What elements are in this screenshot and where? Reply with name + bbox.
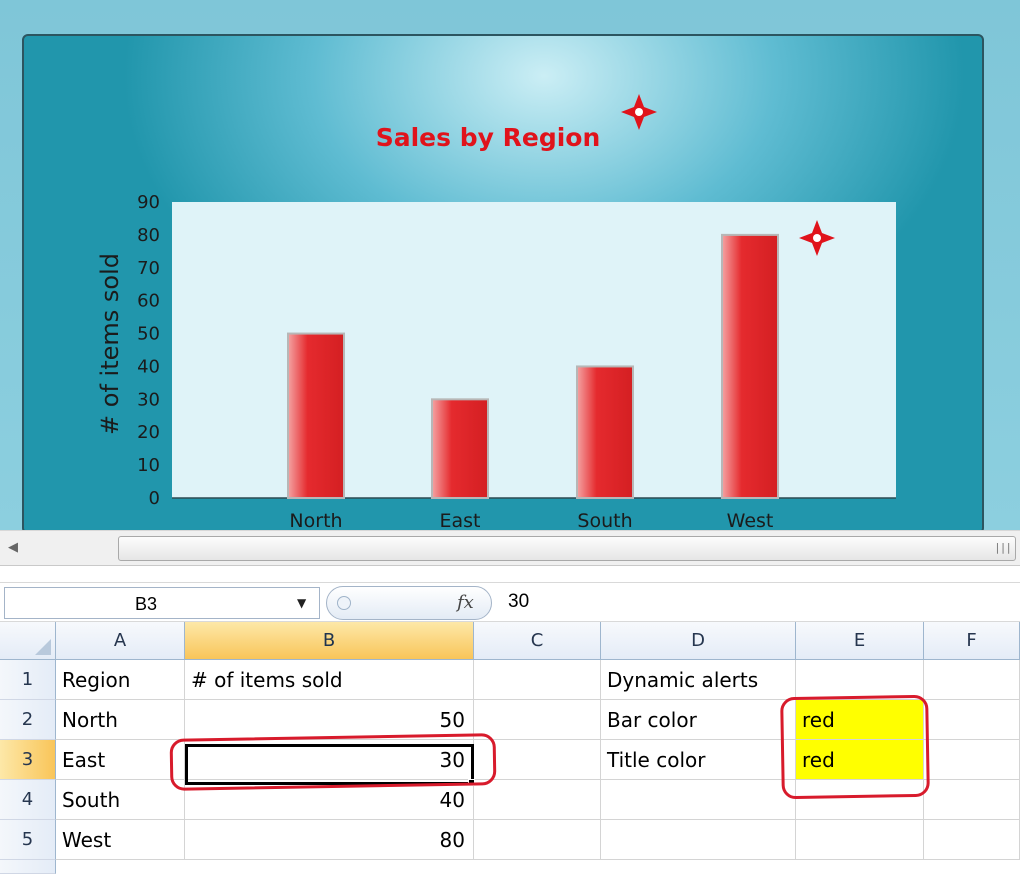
cell-c1[interactable] <box>474 660 601 700</box>
select-all-corner[interactable] <box>0 622 56 660</box>
cell-d1[interactable]: Dynamic alerts <box>601 660 796 700</box>
plot-area <box>172 202 896 498</box>
select-all-icon <box>35 639 51 655</box>
x-tick-label: East <box>440 510 481 530</box>
bar-north <box>287 332 345 499</box>
y-tick-label: 30 <box>137 389 160 410</box>
cell-d5[interactable] <box>601 820 796 860</box>
cell-a1[interactable]: Region <box>56 660 185 700</box>
y-tick-label: 40 <box>137 356 160 377</box>
cell-c4[interactable] <box>474 780 601 820</box>
formula-input[interactable]: 30 <box>508 591 529 613</box>
column-header-f[interactable]: F <box>924 622 1020 660</box>
cell-a5[interactable]: West <box>56 820 185 860</box>
spreadsheet-grid: A B C D E F 1 Region # of items sold Dyn… <box>0 622 1020 874</box>
formula-toggle-icon[interactable] <box>337 596 351 610</box>
cell-f3[interactable] <box>924 740 1020 780</box>
bar-south <box>576 365 634 500</box>
cell-a2[interactable]: North <box>56 700 185 740</box>
bar-west <box>721 233 779 499</box>
cell-d4[interactable] <box>601 780 796 820</box>
formula-bar: B3 ▼ fx 30 <box>0 582 1020 622</box>
row-header-1[interactable]: 1 <box>0 660 56 700</box>
y-tick-label: 60 <box>137 291 160 312</box>
x-tick-label: South <box>577 510 632 530</box>
cell-e1[interactable] <box>796 660 924 700</box>
cell-c5[interactable] <box>474 820 601 860</box>
annotation-circle-e2-e3 <box>780 694 930 800</box>
chart-area: 0 10 20 30 40 50 60 70 80 90 # of items sold North E… <box>0 0 1020 530</box>
alert-star-icon <box>621 94 657 130</box>
cell-f2[interactable] <box>924 700 1020 740</box>
column-header-c[interactable]: C <box>474 622 601 660</box>
name-box-value: B3 <box>135 594 158 614</box>
horizontal-scrollbar[interactable]: ◀ ||| <box>0 530 1020 566</box>
cell-d3[interactable]: Title color <box>601 740 796 780</box>
y-tick-label: 70 <box>137 258 160 279</box>
cell-b5[interactable]: 80 <box>185 820 474 860</box>
fx-function-icon[interactable]: fx <box>457 592 474 613</box>
row-header-4[interactable]: 4 <box>0 780 56 820</box>
formula-controls: fx <box>326 586 492 620</box>
y-tick-label: 90 <box>137 192 160 213</box>
cell-b1[interactable]: # of items sold <box>185 660 474 700</box>
scrollbar-thumb[interactable]: ||| <box>118 536 1016 561</box>
scroll-left-arrow-icon[interactable]: ◀ <box>8 540 18 555</box>
row-header-3[interactable]: 3 <box>0 740 56 780</box>
name-box[interactable]: B3 ▼ <box>4 587 320 619</box>
column-header-b[interactable]: B <box>185 622 474 660</box>
row-header-2[interactable]: 2 <box>0 700 56 740</box>
cell-f1[interactable] <box>924 660 1020 700</box>
cell-f4[interactable] <box>924 780 1020 820</box>
column-header-e[interactable]: E <box>796 622 924 660</box>
cell-e5[interactable] <box>796 820 924 860</box>
x-tick-label: North <box>289 510 342 530</box>
cell-a4[interactable]: South <box>56 780 185 820</box>
row-header-5[interactable]: 5 <box>0 820 56 860</box>
annotation-circle-b3 <box>169 733 497 791</box>
y-tick-label: 0 <box>149 488 160 509</box>
cell-f5[interactable] <box>924 820 1020 860</box>
y-axis-label: # of items sold <box>96 253 124 435</box>
row-header-6[interactable] <box>0 860 56 874</box>
cell-c2[interactable] <box>474 700 601 740</box>
x-tick-label: West <box>727 510 774 530</box>
dropdown-arrow-icon[interactable]: ▼ <box>297 596 306 610</box>
y-tick-label: 10 <box>137 455 160 476</box>
bar-chart[interactable]: 0 10 20 30 40 50 60 70 80 90 # of items sold North E… <box>0 0 1020 530</box>
chart-title: Sales by Region <box>376 123 601 152</box>
cell-a3[interactable]: East <box>56 740 185 780</box>
bar-east <box>431 398 489 500</box>
y-tick-label: 80 <box>137 225 160 246</box>
column-header-d[interactable]: D <box>601 622 796 660</box>
column-header-a[interactable]: A <box>56 622 185 660</box>
y-tick-label: 20 <box>137 422 160 443</box>
y-tick-label: 50 <box>137 324 160 345</box>
cell-d2[interactable]: Bar color <box>601 700 796 740</box>
scroll-grip-icon: ||| <box>994 541 1012 554</box>
